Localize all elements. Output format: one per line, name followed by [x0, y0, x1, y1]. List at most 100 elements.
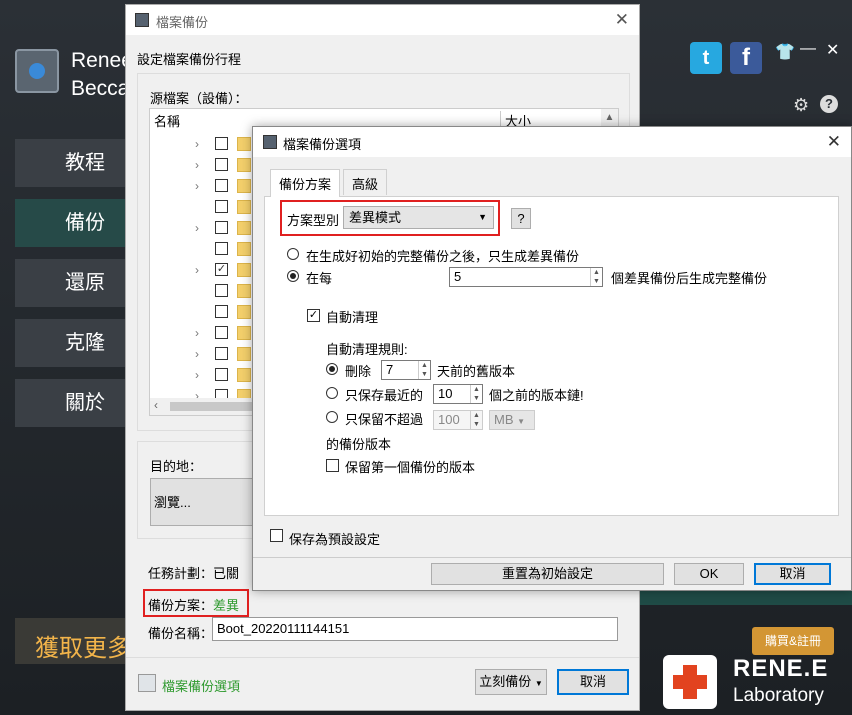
auto-clean-checkbox[interactable]: ✓ — [307, 309, 320, 322]
tree-row-checkbox[interactable] — [215, 221, 228, 234]
radio-keep-recent-label[interactable]: 只保存最近的 — [345, 385, 423, 404]
scroll-thumb[interactable] — [170, 402, 260, 411]
stepper-arrows-icon[interactable]: ▲ ▼ — [418, 361, 430, 379]
tab-advanced[interactable]: 高級 — [343, 169, 388, 195]
keep-max-size-value: 100 — [438, 412, 460, 427]
radio-keep-max-size-label[interactable]: 只保留不超過 — [345, 409, 423, 428]
help-icon[interactable]: ? — [820, 95, 838, 113]
delete-days-value: 7 — [386, 362, 394, 377]
every-count-stepper[interactable]: 5 ▲ ▼ — [449, 267, 603, 287]
sidebar-item-restore[interactable]: 還原 — [15, 259, 125, 307]
destination-label: 目的地： — [150, 459, 203, 474]
tree-row-checkbox[interactable] — [215, 158, 228, 171]
tree-row-checkbox[interactable] — [215, 368, 228, 381]
save-default-checkbox[interactable] — [270, 529, 283, 542]
folder-icon — [237, 263, 251, 277]
radio-every[interactable] — [287, 270, 299, 282]
size-unit-select[interactable]: MB ▼ — [489, 410, 535, 430]
scheme-help-button[interactable]: ? — [511, 208, 531, 229]
minimize-icon[interactable]: — — [800, 40, 816, 58]
radio-every-label[interactable]: 在每 — [306, 268, 332, 287]
sidebar-item-backup[interactable]: 備份 — [15, 199, 125, 247]
dropdown-arrow-icon: ▼ — [534, 679, 543, 688]
chevron-right-icon[interactable]: › — [195, 368, 199, 382]
clean-rules-label: 自動清理規則: — [326, 342, 408, 357]
tree-row-checkbox[interactable] — [215, 200, 228, 213]
stepper-arrows-icon[interactable]: ▲ ▼ — [590, 268, 602, 286]
chevron-right-icon[interactable]: › — [195, 221, 199, 235]
column-header-name[interactable]: 名稱 — [154, 111, 180, 130]
scheme-panel: 方案型別 差異模式 ▼ ? 在生成好初始的完整備份之後，只生成差異備份 在每 5… — [264, 196, 839, 516]
folder-icon — [237, 221, 251, 235]
plus-icon — [663, 655, 717, 709]
facebook-icon[interactable]: f — [730, 42, 762, 74]
options-dialog-titlebar: 檔案備份選項 ✕ — [253, 127, 851, 157]
folder-icon — [237, 326, 251, 340]
gear-icon[interactable]: ⚙ — [793, 95, 809, 116]
chevron-right-icon[interactable]: › — [195, 326, 199, 340]
every-count-value: 5 — [454, 269, 462, 284]
radio-differential-after-full-label[interactable]: 在生成好初始的完整備份之後，只生成差異備份 — [306, 246, 579, 265]
app-icon — [135, 13, 149, 27]
stepper-arrows-icon[interactable]: ▲ ▼ — [470, 385, 482, 403]
tree-row-checkbox[interactable] — [215, 242, 228, 255]
twitter-icon[interactable]: t — [690, 42, 722, 74]
ok-button[interactable]: OK — [674, 563, 744, 585]
tree-row-checkbox[interactable] — [215, 326, 228, 339]
keep-first-label[interactable]: 保留第一個備份的版本 — [345, 457, 475, 476]
chevron-right-icon[interactable]: › — [195, 347, 199, 361]
tree-row-checkbox[interactable] — [215, 305, 228, 318]
stepper-arrows-icon[interactable]: ▲ ▼ — [470, 411, 482, 429]
sidebar-item-about[interactable]: 關於 — [15, 379, 125, 427]
buy-register-button[interactable]: 購買&註冊 — [752, 627, 834, 655]
app-name-line2: Becca — [71, 77, 130, 100]
radio-differential-after-full[interactable] — [287, 248, 299, 260]
scroll-up-icon[interactable]: ▲ — [601, 109, 618, 127]
chevron-right-icon[interactable]: › — [195, 158, 199, 172]
reset-defaults-button[interactable]: 重置為初始設定 — [431, 563, 664, 585]
close-icon[interactable]: ✕ — [615, 10, 629, 30]
tree-row-checkbox[interactable]: ✓ — [215, 263, 228, 276]
sidebar-item-tutorial[interactable]: 教程 — [15, 139, 125, 187]
task-schedule-status[interactable]: 任務計劃：已關 — [148, 563, 239, 582]
tree-row-checkbox[interactable] — [215, 137, 228, 150]
keep-recent-stepper[interactable]: 10 ▲ ▼ — [433, 384, 483, 404]
radio-delete-old-label[interactable]: 刪除 — [345, 361, 371, 380]
tree-row-checkbox[interactable] — [215, 179, 228, 192]
dropdown-arrow-icon: ▼ — [478, 212, 487, 222]
cancel-button[interactable]: 取消 — [557, 669, 629, 695]
scroll-left-icon[interactable]: ‹ — [154, 398, 158, 412]
chevron-right-icon[interactable]: › — [195, 137, 199, 151]
shirt-icon[interactable]: 👕 — [775, 42, 795, 62]
app-logo — [15, 49, 59, 93]
scheme-type-select[interactable]: 差異模式 ▼ — [343, 206, 494, 229]
keep-first-checkbox[interactable] — [326, 459, 339, 472]
keep-max-size-stepper[interactable]: 100 ▲ ▼ — [433, 410, 483, 430]
backup-options-link-label[interactable]: 檔案備份選項 — [162, 676, 240, 695]
backup-name-input[interactable]: Boot_20220111144151 — [212, 617, 618, 641]
scheme-value[interactable]: 差異 — [213, 598, 239, 613]
tree-row-checkbox[interactable] — [215, 347, 228, 360]
chevron-right-icon[interactable]: › — [195, 263, 199, 277]
app-header: Renee Becca — [15, 45, 133, 105]
app-icon — [263, 135, 277, 149]
sidebar-item-clone[interactable]: 克隆 — [15, 319, 125, 367]
chevron-right-icon[interactable]: › — [195, 179, 199, 193]
radio-keep-recent[interactable] — [326, 387, 338, 399]
close-icon[interactable]: ✕ — [826, 40, 839, 60]
close-icon[interactable]: ✕ — [827, 132, 841, 152]
tree-row-checkbox[interactable] — [215, 284, 228, 297]
delete-days-suffix: 天前的舊版本 — [437, 364, 516, 379]
radio-keep-max-size[interactable] — [326, 411, 338, 423]
save-default-label[interactable]: 保存為預設設定 — [289, 529, 380, 548]
promo-text[interactable]: 獲取更多 — [35, 628, 125, 663]
auto-clean-label[interactable]: 自動清理 — [326, 307, 378, 326]
tab-backup-scheme[interactable]: 備份方案 — [270, 169, 341, 197]
folder-icon — [237, 179, 251, 193]
app-name-line1: Renee — [71, 49, 133, 72]
delete-days-stepper[interactable]: 7 ▲ ▼ — [381, 360, 431, 380]
backup-now-button[interactable]: 立刻備份 ▼ — [475, 669, 547, 695]
brand-logo: RENE.E Laboratory — [663, 655, 848, 711]
radio-delete-old[interactable] — [326, 363, 338, 375]
cancel-button[interactable]: 取消 — [754, 563, 831, 585]
